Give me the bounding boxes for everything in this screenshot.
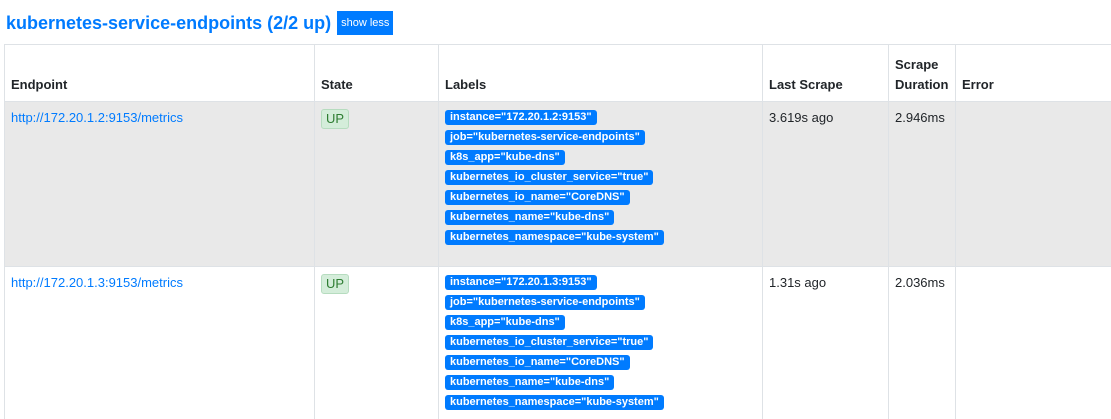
job-header: kubernetes-service-endpoints (2/2 up) sh… — [6, 10, 394, 36]
label-badge: kubernetes_namespace="kube-system" — [445, 395, 664, 410]
header-error: Error — [955, 44, 1111, 102]
targets-table: Endpoint State Labels Last Scrape Scrape… — [4, 44, 1111, 419]
label-badge: k8s_app="kube-dns" — [445, 315, 565, 330]
state-badge: UP — [321, 274, 350, 294]
scrape-duration-value: 2.946ms — [895, 110, 945, 125]
label-badge: instance="172.20.1.2:9153" — [445, 110, 597, 125]
endpoint-link[interactable]: http://172.20.1.2:9153/metrics — [11, 110, 183, 125]
label-badge: k8s_app="kube-dns" — [445, 150, 565, 165]
label-badge: job="kubernetes-service-endpoints" — [445, 130, 645, 145]
state-cell: UP — [314, 101, 439, 267]
label-badge: kubernetes_io_name="CoreDNS" — [445, 355, 630, 370]
label-badge: kubernetes_io_cluster_service="true" — [445, 170, 654, 185]
scrape-duration-cell: 2.036ms — [888, 266, 956, 419]
label-badge: job="kubernetes-service-endpoints" — [445, 295, 645, 310]
label-badge: kubernetes_io_cluster_service="true" — [445, 335, 654, 350]
table-header-row: Endpoint State Labels Last Scrape Scrape… — [4, 44, 1111, 102]
header-scrape-duration: Scrape Duration — [888, 44, 956, 102]
state-cell: UP — [314, 266, 439, 419]
header-labels: Labels — [438, 44, 763, 102]
last-scrape-cell: 3.619s ago — [762, 101, 889, 267]
last-scrape-value: 1.31s ago — [769, 275, 827, 290]
header-scrape-duration-line1: Scrape — [895, 57, 939, 72]
label-badge: kubernetes_name="kube-dns" — [445, 210, 615, 225]
endpoint-cell: http://172.20.1.2:9153/metrics — [4, 101, 315, 267]
table-row: http://172.20.1.3:9153/metrics UP instan… — [4, 266, 1111, 419]
state-badge: UP — [321, 109, 350, 129]
last-scrape-cell: 1.31s ago — [762, 266, 889, 419]
header-state: State — [314, 44, 439, 102]
label-badge: kubernetes_name="kube-dns" — [445, 375, 615, 390]
labels-list: instance="172.20.1.3:9153" job="kubernet… — [445, 273, 756, 410]
table-row: http://172.20.1.2:9153/metrics UP instan… — [4, 101, 1111, 267]
label-badge: instance="172.20.1.3:9153" — [445, 275, 597, 290]
header-scrape-duration-line2: Duration — [895, 77, 949, 92]
scrape-duration-cell: 2.946ms — [888, 101, 956, 267]
labels-cell: instance="172.20.1.2:9153" job="kubernet… — [438, 101, 763, 267]
header-last-scrape: Last Scrape — [762, 44, 889, 102]
error-cell — [955, 266, 1111, 419]
label-badge: kubernetes_io_name="CoreDNS" — [445, 190, 630, 205]
label-badge: kubernetes_namespace="kube-system" — [445, 230, 664, 245]
job-title[interactable]: kubernetes-service-endpoints (2/2 up) — [6, 10, 331, 36]
targets-page: kubernetes-service-endpoints (2/2 up) sh… — [0, 0, 1111, 419]
labels-list: instance="172.20.1.2:9153" job="kubernet… — [445, 108, 756, 245]
error-cell — [955, 101, 1111, 267]
scrape-duration-value: 2.036ms — [895, 275, 945, 290]
endpoint-cell: http://172.20.1.3:9153/metrics — [4, 266, 315, 419]
endpoint-link[interactable]: http://172.20.1.3:9153/metrics — [11, 275, 183, 290]
last-scrape-value: 3.619s ago — [769, 110, 834, 125]
show-less-button[interactable]: show less — [337, 11, 394, 35]
header-endpoint: Endpoint — [4, 44, 315, 102]
labels-cell: instance="172.20.1.3:9153" job="kubernet… — [438, 266, 763, 419]
